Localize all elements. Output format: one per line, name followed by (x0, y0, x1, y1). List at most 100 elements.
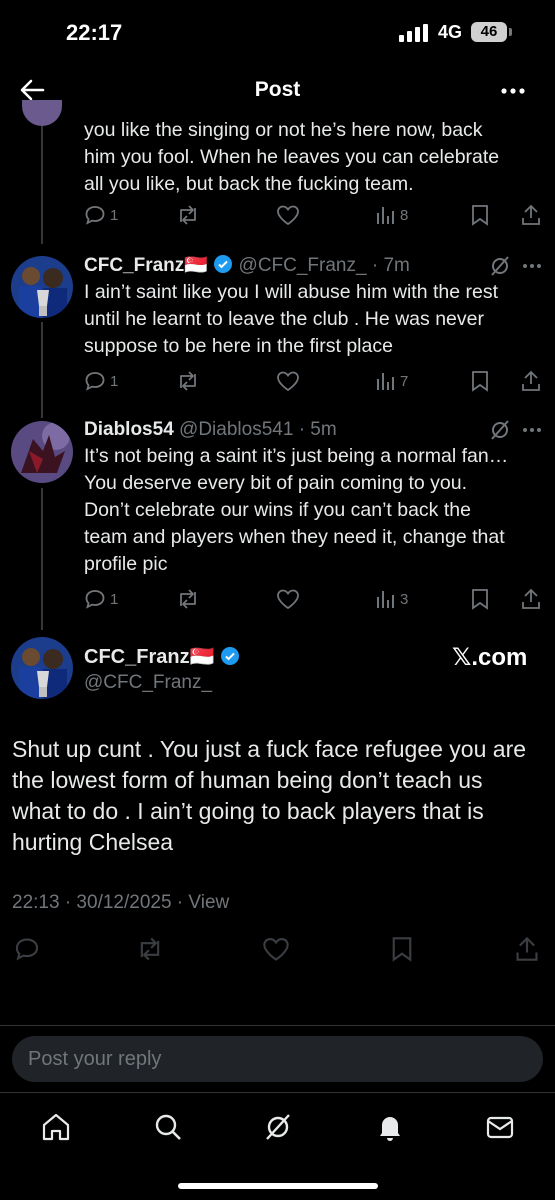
share-icon (522, 370, 540, 391)
tweet-body: It’s not being a saint it’s just being a… (84, 445, 509, 575)
repost-icon (180, 589, 196, 609)
repost-action[interactable] (176, 588, 200, 610)
tweet-body: you like the singing or not he’s here no… (84, 119, 500, 195)
tweet-2[interactable]: CFC_Franz🇸🇬 @CFC_Franz_ · 7m I ain’t sai… (84, 253, 544, 360)
reply-icon (85, 206, 105, 225)
thread-line (41, 322, 43, 418)
tweet-actions: 1 8 (84, 204, 544, 230)
views-icon (377, 373, 394, 390)
timestamp: · 7m (371, 255, 410, 276)
avatar[interactable] (11, 256, 73, 318)
messages-icon[interactable] (484, 1111, 516, 1143)
heart-icon (277, 371, 299, 392)
views-action[interactable]: 7 (374, 370, 408, 392)
repost-action[interactable] (176, 370, 200, 392)
grok-icon[interactable] (262, 1111, 294, 1143)
handle[interactable]: @Diablos541 (179, 419, 293, 440)
display-name: CFC_Franz (84, 646, 190, 668)
tweet-3[interactable]: Diablos54 @Diablos541 · 5m It’s not bein… (84, 417, 544, 578)
main-post-author[interactable]: CFC_Franz🇸🇬 (84, 644, 240, 669)
views-count: 7 (400, 372, 409, 390)
main-post-handle[interactable]: @CFC_Franz_ (84, 672, 212, 694)
grok-icon[interactable] (488, 418, 512, 442)
like-action[interactable] (276, 204, 300, 226)
nav-bar: Post (0, 64, 555, 116)
avatar-image (11, 421, 73, 483)
tweet-header: Diablos54 @Diablos541 · 5m (84, 417, 544, 443)
reply-input[interactable]: Post your reply (12, 1036, 543, 1082)
reply-count: 1 (110, 206, 119, 224)
like-action[interactable] (276, 370, 300, 392)
reply-icon (85, 372, 105, 391)
search-icon[interactable] (152, 1111, 184, 1143)
reply-action[interactable]: 1 (84, 588, 118, 610)
bookmark-action[interactable] (470, 370, 490, 392)
flag: 🇸🇬 (189, 646, 215, 668)
tweet-actions: 1 7 (84, 370, 544, 396)
handle[interactable]: @CFC_Franz_ (239, 255, 367, 276)
like-action[interactable] (276, 588, 300, 610)
avatar[interactable] (11, 421, 73, 483)
heart-icon[interactable] (262, 936, 290, 962)
tweet-actions: 1 3 (84, 588, 544, 614)
status-bar: 22:17 4G 46 (0, 0, 555, 64)
thread-line (41, 116, 43, 244)
avatar[interactable] (11, 637, 73, 699)
views-count: 8 (400, 206, 409, 224)
share-icon[interactable] (514, 936, 540, 962)
tweet-body: I ain’t saint like you I will abuse him … (84, 281, 499, 357)
divider (0, 1025, 555, 1026)
reply-action[interactable]: 1 (84, 204, 118, 226)
share-action[interactable] (520, 204, 542, 226)
views-action[interactable]: 3 (374, 588, 408, 610)
reply-action[interactable]: 1 (84, 370, 118, 392)
bookmark-action[interactable] (470, 204, 490, 226)
bookmark-icon (472, 371, 488, 392)
grok-icon[interactable] (488, 254, 512, 278)
main-post-meta: 22:13 · 30/12/2025 · View (12, 892, 229, 914)
repost-icon[interactable] (136, 936, 164, 962)
tweet-1[interactable]: you like the singing or not he’s here no… (84, 117, 544, 198)
verified-badge-icon (214, 255, 233, 273)
home-indicator (178, 1183, 378, 1189)
more-icon[interactable] (520, 254, 544, 278)
main-post-actions (12, 934, 542, 964)
network-type: 4G (438, 22, 463, 42)
views-count: 3 (400, 590, 409, 608)
reply-count: 1 (110, 372, 119, 390)
repost-icon (180, 371, 196, 391)
view-link[interactable]: View (188, 892, 229, 913)
display-name[interactable]: CFC_Franz (84, 255, 184, 276)
signal-icon (399, 24, 428, 42)
avatar-image (11, 256, 73, 318)
notifications-icon[interactable] (374, 1111, 406, 1143)
avatar-partial (22, 100, 62, 126)
main-post-body: Shut up cunt . You just a fuck face refu… (12, 736, 527, 855)
views-icon (377, 207, 394, 224)
reply-placeholder: Post your reply (28, 1048, 162, 1070)
share-icon (522, 204, 540, 225)
home-icon[interactable] (40, 1111, 72, 1143)
share-action[interactable] (520, 588, 542, 610)
reply-icon[interactable] (14, 936, 40, 962)
page-title: Post (254, 78, 301, 101)
verified-badge-icon (221, 647, 240, 665)
bookmark-action[interactable] (470, 588, 490, 610)
timestamp: · 5m (298, 419, 337, 440)
more-icon[interactable] (520, 418, 544, 442)
bookmark-icon[interactable] (390, 936, 414, 962)
x-watermark: 𝕏.com (452, 644, 528, 671)
share-action[interactable] (520, 370, 542, 392)
repost-action[interactable] (176, 204, 200, 226)
battery-tip (509, 28, 512, 36)
tweet-header: CFC_Franz🇸🇬 @CFC_Franz_ · 7m (84, 253, 544, 279)
more-options-icon[interactable] (496, 74, 530, 108)
flag: 🇸🇬 (184, 255, 208, 276)
avatar-image (11, 637, 73, 699)
views-action[interactable]: 8 (374, 204, 408, 226)
reply-icon (85, 590, 105, 609)
post-timestamp: 22:13 · 30/12/2025 · (12, 892, 189, 913)
thread-line (41, 488, 43, 630)
display-name[interactable]: Diablos54 (84, 419, 174, 440)
share-icon (522, 588, 540, 609)
